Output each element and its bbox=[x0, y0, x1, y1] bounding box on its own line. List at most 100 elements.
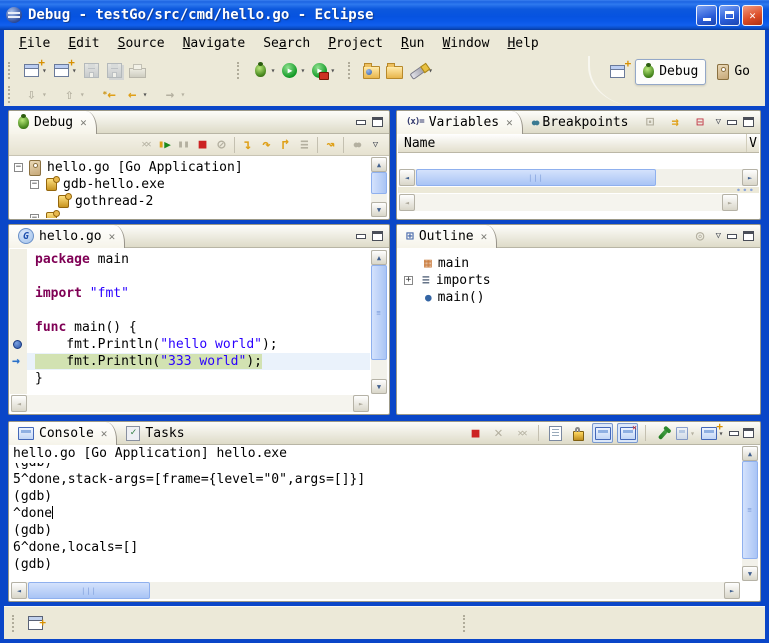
scroll-left-button[interactable]: ◄ bbox=[399, 169, 415, 186]
scroll-right-button[interactable]: ► bbox=[722, 194, 738, 211]
scroll-left-button[interactable]: ◄ bbox=[399, 194, 415, 211]
minimize-view-button[interactable] bbox=[356, 234, 366, 239]
remove-launch-button[interactable]: ✕ bbox=[489, 424, 508, 442]
suspend-button[interactable]: ▮▮ bbox=[174, 136, 193, 154]
debug-tree-vertical-scrollbar[interactable]: ▲ ▼ bbox=[371, 157, 387, 217]
view-menu-chevron-icon[interactable]: ▽ bbox=[716, 117, 721, 127]
new-project-button[interactable]: +▾ bbox=[50, 60, 80, 82]
scroll-left-button[interactable]: ◄ bbox=[11, 395, 27, 412]
close-tab-icon[interactable]: ✕ bbox=[506, 116, 513, 129]
debug-tree-launch-row[interactable]: − hello.go [Go Application] bbox=[10, 159, 370, 176]
fast-view-button[interactable]: + bbox=[26, 614, 45, 632]
editor-annotation-ruler[interactable]: → bbox=[10, 249, 27, 394]
collapse-expander-icon[interactable]: − bbox=[30, 180, 39, 189]
variables-horizontal-scrollbar[interactable]: ◄ ||| ► bbox=[399, 169, 758, 186]
editor-vertical-scrollbar[interactable]: ▲ ≡ ▼ bbox=[371, 250, 387, 394]
scroll-up-button[interactable]: ▲ bbox=[371, 250, 387, 265]
toolbar-drag-handle[interactable] bbox=[8, 86, 14, 103]
minimize-button[interactable] bbox=[696, 5, 717, 26]
tab-outline[interactable]: ⊞ Outline ✕ bbox=[397, 225, 497, 248]
collapse-expander-icon[interactable]: − bbox=[14, 163, 23, 172]
perspective-debug-button[interactable]: Debug bbox=[635, 59, 706, 85]
close-button[interactable]: ✕ bbox=[742, 5, 763, 26]
editor-horizontal-scrollbar[interactable]: ◄ ► bbox=[11, 395, 369, 412]
menu-search[interactable]: Search bbox=[254, 34, 319, 53]
forward-button[interactable]: →▾ bbox=[158, 84, 188, 106]
next-annotation-button[interactable]: ⇩▾ bbox=[20, 84, 50, 106]
show-stderr-button[interactable]: ✕ bbox=[617, 423, 638, 443]
clear-console-button[interactable] bbox=[546, 424, 565, 442]
new-wizard-button[interactable]: +▾ bbox=[20, 60, 50, 82]
run-button[interactable]: ▶▾ bbox=[278, 60, 308, 82]
menu-edit[interactable]: Edit bbox=[59, 34, 108, 53]
show-stdout-button[interactable] bbox=[592, 423, 613, 443]
menu-run[interactable]: Run bbox=[392, 34, 433, 53]
tab-variables[interactable]: (x)= Variables ✕ bbox=[397, 111, 523, 134]
open-file-button[interactable] bbox=[360, 60, 383, 82]
menu-file[interactable]: File bbox=[10, 34, 59, 53]
debug-tree-clipped-row[interactable]: − bbox=[10, 210, 370, 218]
toolbar-drag-handle[interactable] bbox=[8, 62, 14, 79]
scroll-thumb[interactable]: ≡ bbox=[371, 265, 387, 360]
maximize-button[interactable] bbox=[719, 5, 740, 26]
collapse-expander-icon[interactable]: − bbox=[30, 214, 39, 218]
scroll-lock-button[interactable] bbox=[569, 424, 588, 442]
statusbar-drag-handle[interactable] bbox=[463, 615, 469, 632]
open-console-button[interactable]: +▾ bbox=[699, 424, 725, 442]
tab-hello-go[interactable]: G hello.go ✕ bbox=[9, 225, 125, 248]
toolbar-drag-handle[interactable] bbox=[237, 62, 243, 79]
display-selected-console-button[interactable]: ▾ bbox=[676, 424, 695, 442]
title-bar[interactable]: Debug - testGo/src/cmd/hello.go - Eclips… bbox=[0, 0, 769, 30]
variables-column-headers[interactable]: Name V bbox=[398, 134, 759, 153]
terminate-button[interactable]: ■ bbox=[466, 424, 485, 442]
scroll-thumb[interactable]: ≡ bbox=[742, 461, 758, 559]
back-button[interactable]: ←▾ bbox=[121, 84, 151, 106]
view-menu-chevron-icon[interactable]: ▽ bbox=[716, 231, 721, 241]
scroll-right-button[interactable]: ► bbox=[724, 582, 740, 599]
maximize-view-button[interactable] bbox=[372, 117, 383, 127]
code-editor-area[interactable]: package main import "fmt" func main() { … bbox=[27, 249, 370, 394]
save-button[interactable] bbox=[80, 60, 103, 82]
step-return-button[interactable]: ↱ bbox=[276, 136, 295, 154]
variables-tree-area[interactable] bbox=[398, 153, 759, 168]
remove-all-terminated-button[interactable]: ✕✕ bbox=[136, 136, 155, 154]
previous-annotation-button[interactable]: ⇧▾ bbox=[58, 84, 88, 106]
variables-detail-sash[interactable]: ∙∙∙ bbox=[398, 187, 759, 193]
variables-detail-pane[interactable] bbox=[398, 212, 759, 218]
minimize-view-button[interactable] bbox=[729, 431, 739, 436]
column-name-label[interactable]: Name bbox=[398, 136, 435, 151]
scroll-up-button[interactable]: ▲ bbox=[742, 446, 758, 461]
scroll-down-button[interactable]: ▼ bbox=[371, 202, 387, 217]
maximize-view-button[interactable] bbox=[743, 231, 754, 241]
console-vertical-scrollbar[interactable]: ▲ ≡ ▼ bbox=[742, 446, 758, 581]
close-tab-icon[interactable]: ✕ bbox=[109, 230, 116, 243]
scroll-thumb[interactable] bbox=[371, 172, 387, 194]
scroll-down-button[interactable]: ▼ bbox=[742, 566, 758, 581]
tab-tasks[interactable]: ✓ Tasks bbox=[117, 422, 193, 445]
toolbar-drag-handle[interactable] bbox=[348, 62, 354, 79]
scroll-right-button[interactable]: ► bbox=[353, 395, 369, 412]
use-step-filters-button[interactable]: ↝ bbox=[321, 136, 340, 154]
statusbar-drag-handle[interactable] bbox=[12, 615, 18, 632]
column-value-label[interactable]: V bbox=[749, 134, 757, 153]
expand-expander-icon[interactable]: + bbox=[404, 276, 413, 285]
column-divider[interactable] bbox=[746, 134, 747, 152]
external-tools-button[interactable]: ▶▾ bbox=[308, 60, 338, 82]
collapse-all-button[interactable]: ⊟ bbox=[691, 113, 710, 131]
close-tab-icon[interactable]: ✕ bbox=[101, 427, 108, 440]
console-output-area[interactable]: (gdb) 5^done,stack-args=[frame={level="0… bbox=[10, 463, 741, 581]
step-over-button[interactable]: ↷ bbox=[257, 136, 276, 154]
search-button[interactable]: ▾ bbox=[406, 60, 436, 82]
close-tab-icon[interactable]: ✕ bbox=[80, 116, 87, 129]
scroll-left-button[interactable]: ◄ bbox=[11, 582, 27, 599]
scroll-right-button[interactable]: ► bbox=[742, 169, 758, 186]
outline-item-imports[interactable]: + ≡ imports bbox=[398, 272, 759, 289]
debug-button[interactable]: ▾ bbox=[249, 60, 279, 82]
outline-item-package[interactable]: ▦ main bbox=[398, 255, 759, 272]
minimize-view-button[interactable] bbox=[727, 120, 737, 125]
outline-item-main-func[interactable]: ● main() bbox=[398, 289, 759, 306]
drop-to-frame-button[interactable]: ≡ bbox=[295, 136, 314, 154]
perspective-go-button[interactable]: Go bbox=[710, 60, 757, 84]
minimize-view-button[interactable] bbox=[356, 120, 366, 125]
maximize-view-button[interactable] bbox=[743, 117, 754, 127]
